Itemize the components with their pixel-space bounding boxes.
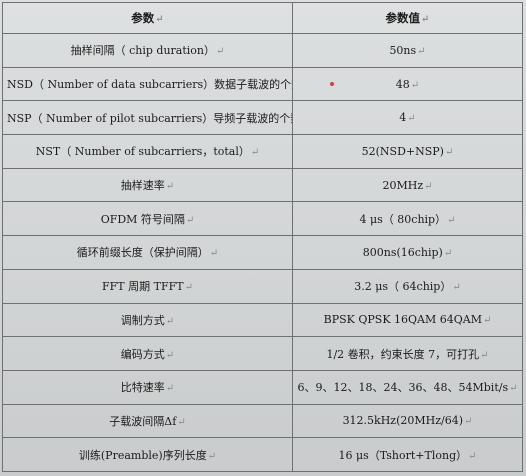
header-value-text: 参数值 bbox=[385, 11, 421, 25]
value-text: 52(NSD+NSP) bbox=[361, 144, 444, 158]
paragraph-mark: ↵ bbox=[444, 146, 454, 158]
value-text: 20MHz bbox=[382, 178, 424, 192]
paragraph-mark: ↵ bbox=[424, 180, 433, 192]
paragraph-mark: ↵ bbox=[482, 315, 492, 327]
table-row: 调制方式↵ BPSK QPSK 16QAM 64QAM↵ bbox=[2, 302, 523, 338]
value-text: BPSK QPSK 16QAM 64QAM bbox=[323, 313, 482, 327]
value-text: 4 bbox=[399, 111, 407, 125]
paragraph-mark: ↵ bbox=[480, 349, 489, 361]
value-text: 4 μs（ 80chip） bbox=[359, 212, 447, 226]
value-text: 50ns bbox=[389, 43, 417, 57]
param-cell: 比特速率↵ bbox=[2, 369, 293, 405]
param-cell: 抽样间隔（ chip duration）↵ bbox=[2, 33, 293, 68]
paragraph-mark: ↵ bbox=[407, 113, 416, 125]
header-param-text: 参数 bbox=[131, 11, 155, 25]
paragraph-mark: ↵ bbox=[207, 450, 217, 462]
paragraph-mark: ↵ bbox=[417, 45, 426, 57]
paragraph-mark: ↵ bbox=[155, 14, 164, 25]
table-row: 比特速率↵ 6、9、12、18、24、36、48、54Mbit/s↵ bbox=[2, 369, 523, 405]
param-cell: 编码方式↵ bbox=[2, 336, 293, 371]
value-cell: 1/2 卷积，约束长度 7，可打孔↵ bbox=[292, 336, 523, 371]
param-text: 抽样速率 bbox=[120, 179, 165, 193]
paragraph-mark: ↵ bbox=[165, 181, 175, 193]
paragraph-mark: ↵ bbox=[184, 282, 193, 294]
param-cell: NSP（ Number of pilot subcarriers）导频子载波的个… bbox=[2, 100, 293, 136]
table-row: NSD（ Number of data subcarriers）数据子载波的个数… bbox=[2, 66, 523, 102]
paragraph-mark: ↵ bbox=[421, 14, 430, 25]
value-text: 312.5kHz(20MHz/64) bbox=[342, 414, 464, 428]
value-cell: 20MHz↵ bbox=[292, 167, 523, 203]
paragraph-mark: ↵ bbox=[185, 214, 195, 226]
param-cell: 子载波间隔Δf↵ bbox=[2, 403, 293, 439]
paragraph-mark: ↵ bbox=[447, 214, 456, 226]
paragraph-mark: ↵ bbox=[165, 315, 175, 327]
table-header-row: 参数↵ 参数值↵ bbox=[2, 2, 523, 34]
red-dot-marker bbox=[330, 82, 334, 86]
header-param: 参数↵ bbox=[2, 2, 293, 34]
table-row: 抽样速率↵ 20MHz↵ bbox=[2, 167, 523, 203]
value-text: 800ns(16chip) bbox=[362, 245, 443, 259]
value-cell: 50ns↵ bbox=[292, 33, 523, 68]
parameter-table: 参数↵ 参数值↵ 抽样间隔（ chip duration）↵ 50ns↵ NSD（ … bbox=[2, 2, 523, 472]
param-text: 训练(Preamble)序列长度 bbox=[78, 448, 207, 462]
value-cell: BPSK QPSK 16QAM 64QAM↵ bbox=[292, 302, 523, 338]
document-page: 参数↵ 参数值↵ 抽样间隔（ chip duration）↵ 50ns↵ NSD（ … bbox=[0, 0, 526, 476]
value-cell: 16 μs（Tshort+Tlong）↵ bbox=[292, 437, 523, 472]
param-text: FFT 周期 TFFT bbox=[102, 280, 184, 294]
table-row: 抽样间隔（ chip duration）↵ 50ns↵ bbox=[2, 33, 523, 68]
param-cell: NST（ Number of subcarriers，total）↵ bbox=[2, 134, 293, 169]
paragraph-mark: ↵ bbox=[209, 248, 219, 260]
value-text: 1/2 卷积，约束长度 7，可打孔 bbox=[326, 347, 480, 361]
param-text: 抽样间隔（ chip duration） bbox=[70, 44, 215, 58]
param-cell: OFDM 符号间隔↵ bbox=[2, 201, 293, 237]
param-cell: 循环前缀长度（保护间隔）↵ bbox=[2, 235, 293, 270]
value-cell: 48↵ bbox=[292, 66, 523, 102]
paragraph-mark: ↵ bbox=[165, 349, 175, 361]
paragraph-mark: ↵ bbox=[443, 247, 453, 259]
value-cell: 52(NSD+NSP)↵ bbox=[292, 134, 523, 169]
paragraph-mark: ↵ bbox=[177, 416, 186, 428]
param-cell: 抽样速率↵ bbox=[2, 167, 293, 203]
param-text: OFDM 符号间隔 bbox=[100, 212, 185, 226]
paragraph-mark: ↵ bbox=[464, 416, 473, 428]
param-cell: 训练(Preamble)序列长度↵ bbox=[2, 437, 293, 472]
param-text: 比特速率 bbox=[120, 381, 165, 395]
paragraph-mark: ↵ bbox=[468, 450, 477, 462]
param-text: 子载波间隔Δf bbox=[109, 414, 177, 428]
value-cell: 6、9、12、18、24、36、48、54Mbit/s↵ bbox=[292, 369, 523, 405]
table-row: 循环前缀长度（保护间隔）↵ 800ns(16chip)↵ bbox=[2, 235, 523, 270]
value-cell: 4↵ bbox=[292, 100, 523, 136]
param-cell: NSD（ Number of data subcarriers）数据子载波的个数… bbox=[2, 66, 293, 102]
table-row: NSP（ Number of pilot subcarriers）导频子载波的个… bbox=[2, 100, 523, 136]
table-row: 编码方式↵ 1/2 卷积，约束长度 7，可打孔↵ bbox=[2, 336, 523, 371]
paragraph-mark: ↵ bbox=[410, 79, 420, 91]
table-row: FFT 周期 TFFT↵ 3.2 μs（ 64chip）↵ bbox=[2, 268, 523, 304]
value-cell: 312.5kHz(20MHz/64)↵ bbox=[292, 403, 523, 439]
table-row: 子载波间隔Δf↵ 312.5kHz(20MHz/64)↵ bbox=[2, 403, 523, 439]
paragraph-mark: ↵ bbox=[250, 147, 260, 159]
value-text: 3.2 μs（ 64chip） bbox=[354, 280, 452, 294]
header-value: 参数值↵ bbox=[292, 2, 523, 34]
param-text: 循环前缀长度（保护间隔） bbox=[76, 246, 209, 260]
param-text: NSP（ Number of pilot subcarriers）导频子载波的个… bbox=[7, 111, 293, 125]
table-row: NST（ Number of subcarriers，total）↵ 52(NSD… bbox=[2, 134, 523, 169]
param-text: 调制方式 bbox=[120, 313, 165, 327]
paragraph-mark: ↵ bbox=[216, 46, 225, 58]
paragraph-mark: ↵ bbox=[165, 383, 175, 395]
table-row: 训练(Preamble)序列长度↵ 16 μs（Tshort+Tlong）↵ bbox=[2, 437, 523, 472]
param-text: NSD（ Number of data subcarriers）数据子载波的个数 bbox=[7, 78, 293, 92]
value-cell: 4 μs（ 80chip）↵ bbox=[292, 201, 523, 237]
param-text: NST（ Number of subcarriers，total） bbox=[35, 145, 250, 159]
param-cell: FFT 周期 TFFT↵ bbox=[2, 268, 293, 304]
paragraph-mark: ↵ bbox=[452, 282, 461, 294]
value-text: 6、9、12、18、24、36、48、54Mbit/s bbox=[297, 381, 509, 395]
paragraph-mark: ↵ bbox=[509, 383, 518, 395]
param-text: 编码方式 bbox=[120, 347, 165, 361]
table-row: OFDM 符号间隔↵ 4 μs（ 80chip）↵ bbox=[2, 201, 523, 237]
value-cell: 800ns(16chip)↵ bbox=[292, 235, 523, 270]
param-cell: 调制方式↵ bbox=[2, 302, 293, 338]
value-cell: 3.2 μs（ 64chip）↵ bbox=[292, 268, 523, 304]
value-text: 48 bbox=[395, 77, 410, 91]
value-text: 16 μs（Tshort+Tlong） bbox=[338, 448, 468, 462]
